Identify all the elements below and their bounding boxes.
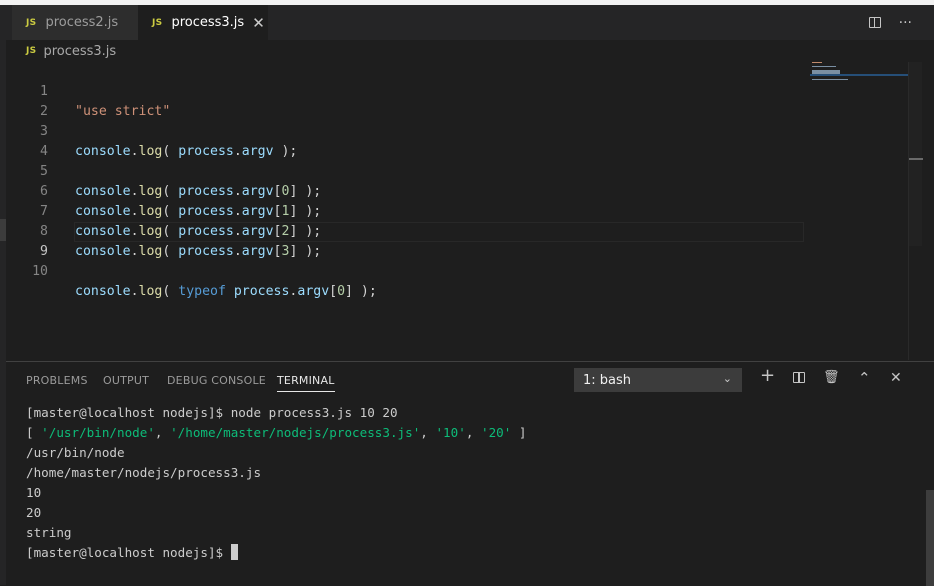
code-line: 8 console.log( process.argv[3] ); (6, 202, 806, 259)
code-line: 6 console.log( process.argv[1] ); (6, 162, 806, 219)
code-line: 5 console.log( process.argv[0] ); (6, 142, 806, 199)
scrollbar-track (909, 62, 922, 246)
minimap-line (812, 62, 822, 63)
split-terminal-icon[interactable] (793, 370, 805, 386)
tab-process3[interactable]: JS process3.js ✕ (138, 5, 268, 40)
scrollbar-cursor-marker (909, 158, 923, 160)
terminal-cursor (230, 544, 238, 560)
number-token: 0 (337, 284, 346, 299)
terminal-string: '10' (435, 425, 466, 440)
tab-process2[interactable]: JS process2.js (12, 5, 138, 40)
breadcrumb-file[interactable]: process3.js (43, 44, 116, 59)
terminal-text: ] (511, 425, 527, 440)
editor-scrollbar[interactable] (908, 62, 923, 360)
terminal-prompt-line: [master@localhost nodejs]$ (26, 543, 527, 563)
minimap-line (812, 79, 848, 80)
terminal-line: /home/master/nodejs/process3.js (26, 465, 262, 480)
terminal-line: [ '/usr/bin/node', '/home/master/nodejs/… (26, 423, 527, 443)
trash-icon[interactable]: 🗑 (823, 370, 840, 386)
terminal-line: [master@localhost nodejs]$ node process3… (26, 405, 398, 420)
add-terminal-icon[interactable]: + (760, 367, 775, 385)
minimap-line (812, 66, 836, 67)
code-line: 1 "use strict" (6, 62, 806, 119)
minimap[interactable] (810, 62, 908, 82)
code-line: 4 (6, 122, 806, 159)
terminal-line: 10 (26, 485, 42, 500)
keyword-token: typeof (178, 284, 226, 299)
more-actions-icon[interactable]: ··· (899, 15, 912, 31)
code-line: 3 console.log( process.argv ); (6, 102, 806, 159)
tab-problems[interactable]: PROBLEMS (26, 374, 88, 387)
terminal-string: '/home/master/nodejs/process3.js' (170, 425, 421, 440)
terminal-line: string (26, 525, 72, 540)
breadcrumb: JS process3.js (6, 40, 906, 62)
identifier-token: process (233, 284, 290, 299)
terminal-text: , (420, 425, 436, 440)
code-line-current: 9 (6, 222, 806, 259)
terminal-scrollbar[interactable] (926, 490, 934, 586)
terminal-text: , (465, 425, 481, 440)
close-panel-icon[interactable]: ✕ (890, 370, 902, 386)
tab-terminal[interactable]: TERMINAL (277, 374, 335, 392)
terminal-select[interactable]: 1: bash ⌄ (574, 368, 742, 392)
punct-token: ( (162, 284, 179, 299)
terminal-string: '20' (480, 425, 512, 440)
terminal-prompt: [master@localhost nodejs]$ (26, 545, 231, 560)
tab-output[interactable]: OUTPUT (103, 374, 149, 387)
terminal-text: [ (26, 425, 42, 440)
js-file-icon: JS (26, 17, 37, 28)
code-line: 10 console.log( typeof process.argv[0] )… (6, 242, 806, 299)
code-editor[interactable]: 1 "use strict" 2 3 console.log( process.… (6, 62, 908, 360)
tab-label: process2.js (45, 15, 119, 30)
tab-debug-console[interactable]: DEBUG CONSOLE (167, 374, 266, 387)
code-line: 7 console.log( process.argv[2] ); (6, 182, 806, 239)
minimap-current-line (810, 74, 908, 76)
property-token: argv (297, 284, 330, 299)
close-icon[interactable]: ✕ (252, 14, 265, 32)
terminal-output[interactable]: [master@localhost nodejs]$ node process3… (26, 403, 527, 563)
maximize-panel-icon[interactable]: ⌃ (858, 370, 871, 386)
function-token: log (138, 284, 163, 299)
editor-actions: ··· (868, 5, 912, 40)
identifier-token: console (75, 284, 131, 299)
terminal-text: , (154, 425, 171, 440)
split-editor-icon[interactable] (868, 17, 881, 28)
terminal-line: /usr/bin/node (26, 445, 125, 460)
code-line: 2 (6, 82, 806, 119)
punct-token: ] ); (345, 284, 377, 299)
js-file-icon: JS (152, 17, 163, 28)
terminal-string: '/usr/bin/node' (41, 425, 155, 440)
tab-label: process3.js (171, 15, 245, 30)
terminal-select-value: 1: bash (583, 372, 632, 388)
line-number: 10 (32, 264, 48, 279)
bottom-panel: PROBLEMS OUTPUT DEBUG CONSOLE TERMINAL 1… (6, 361, 934, 586)
terminal-line: 20 (26, 505, 42, 520)
chevron-down-icon: ⌄ (722, 372, 732, 385)
js-file-icon: JS (26, 46, 37, 56)
editor-tab-bar: JS process2.js JS process3.js ✕ ··· (6, 5, 934, 40)
